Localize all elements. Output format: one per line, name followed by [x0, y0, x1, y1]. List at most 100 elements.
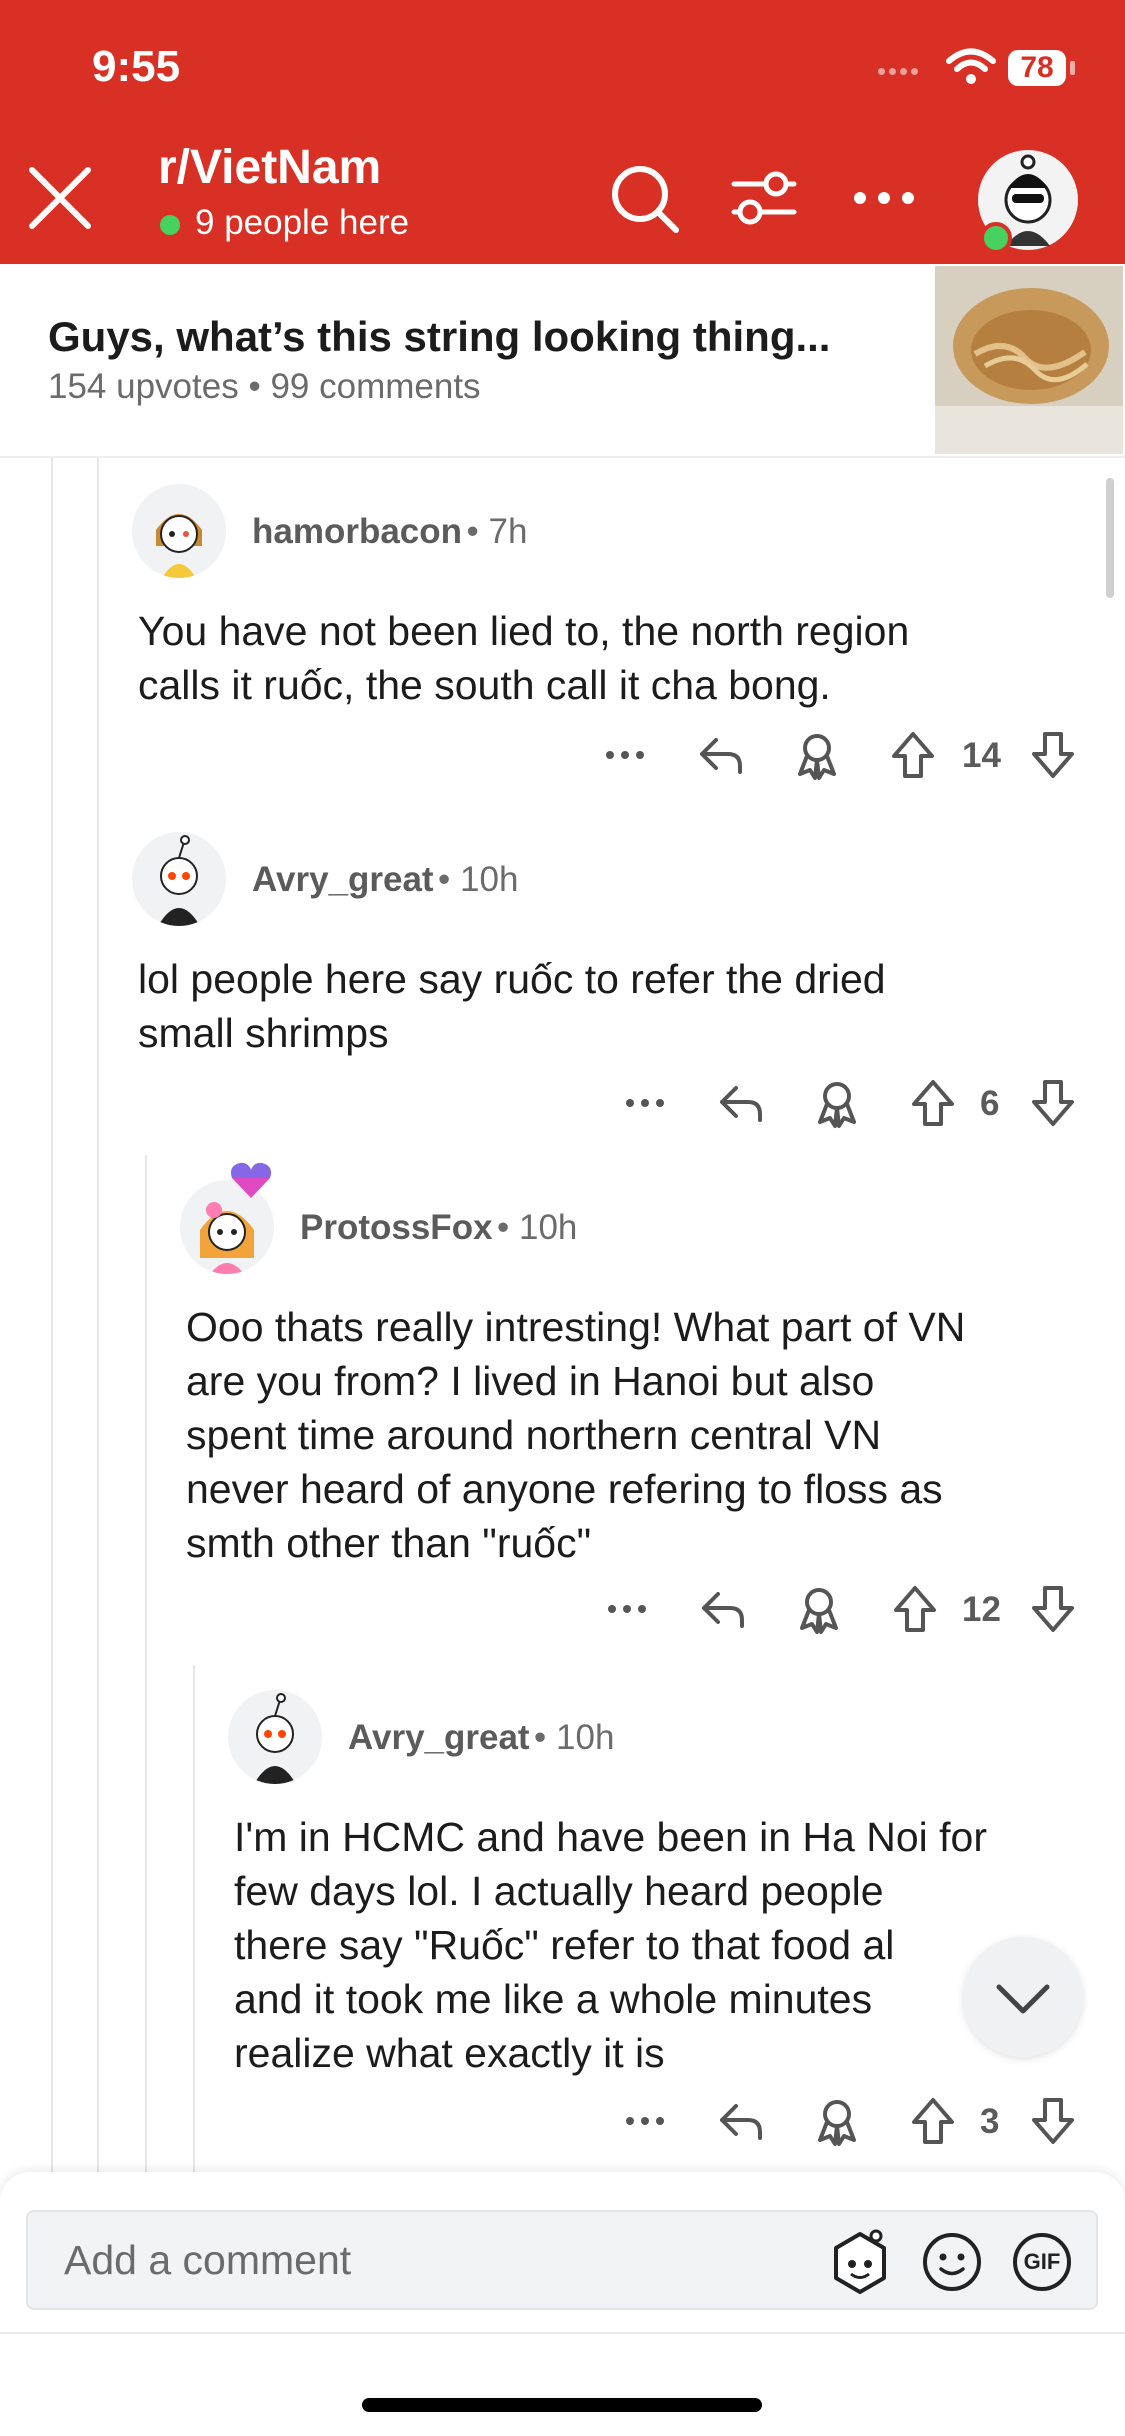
downvote-button[interactable] — [1026, 1076, 1080, 1130]
more-horizontal-icon — [606, 751, 644, 759]
comment-line: small shrimps — [138, 1010, 389, 1056]
comment-author[interactable]: Avry_great — [348, 1718, 530, 1757]
upvote-arrow-icon — [892, 732, 934, 778]
reply-button[interactable] — [696, 1582, 750, 1636]
downvote-button[interactable] — [1026, 2094, 1080, 2148]
downvote-arrow-icon — [1032, 732, 1074, 778]
more-horizontal-icon — [626, 2117, 664, 2125]
upvote-arrow-icon — [894, 1586, 936, 1632]
award-button[interactable] — [792, 1582, 846, 1636]
thread-line[interactable] — [97, 458, 99, 2172]
comment-line: realize what exactly it is — [234, 2030, 665, 2076]
close-icon — [29, 167, 91, 229]
comment-input-placeholder: Add a comment — [64, 2237, 352, 2283]
comment-line: there say "Ruốc" refer to that food al — [234, 1922, 895, 1968]
comment-time: 10h — [556, 1718, 615, 1757]
close-button[interactable] — [22, 160, 98, 236]
comment-author[interactable]: ProtossFox — [300, 1208, 493, 1247]
comment-line: never heard of anyone refering to floss … — [186, 1466, 943, 1512]
emoji-button[interactable] — [920, 2230, 984, 2294]
online-indicator — [160, 215, 180, 235]
comment-line: calls it ruốc, the south call it cha bon… — [138, 662, 831, 708]
award-icon — [818, 2100, 856, 2146]
reply-button[interactable] — [714, 2094, 768, 2148]
smiley-icon — [923, 2233, 981, 2291]
comment-header: hamorbacon • 7h — [252, 512, 527, 552]
award-button[interactable] — [790, 728, 844, 782]
comment-body: Ooo thats really intresting! What part o… — [186, 1300, 965, 1570]
post-thumbnail[interactable] — [935, 266, 1123, 454]
thread-line[interactable] — [193, 1665, 195, 2172]
upvote-arrow-icon — [912, 1080, 954, 1126]
comment-line: spent time around northern central VN — [186, 1412, 882, 1458]
gif-button[interactable]: GIF — [1010, 2230, 1074, 2294]
more-horizontal-icon — [608, 1605, 646, 1613]
comment-author[interactable]: hamorbacon — [252, 512, 462, 551]
comment-more-button[interactable] — [598, 728, 652, 782]
award-button[interactable] — [810, 1076, 864, 1130]
downvote-arrow-icon — [1032, 2098, 1074, 2144]
subreddit-name[interactable]: r/VietNam — [158, 140, 381, 195]
award-button[interactable] — [810, 2094, 864, 2148]
comment-header: Avry_great • 10h — [348, 1718, 614, 1758]
comment-time: 7h — [488, 512, 528, 551]
next-comment-button[interactable] — [963, 1937, 1083, 2057]
commenter-avatar[interactable] — [228, 1690, 322, 1784]
online-count: 9 people here — [195, 203, 410, 242]
reply-icon — [700, 738, 742, 774]
comment-header: ProtossFox • 10h — [300, 1208, 577, 1248]
comment-more-button[interactable] — [600, 1582, 654, 1636]
upvote-button[interactable] — [886, 728, 940, 782]
meta-separator: • — [438, 860, 461, 899]
scrollbar-thumb[interactable] — [1106, 478, 1114, 598]
comment-line: I'm in HCMC and have been in Ha Noi for — [234, 1814, 987, 1860]
battery-cap — [1070, 61, 1075, 75]
snoo-face-icon — [834, 2229, 886, 2294]
more-horizontal-icon — [854, 192, 914, 204]
downvote-button[interactable] — [1026, 1582, 1080, 1636]
comment-time: 10h — [518, 1208, 578, 1247]
commenter-avatar[interactable] — [132, 484, 226, 578]
search-icon — [612, 166, 679, 233]
post-title[interactable]: Guys, what’s this string looking thing..… — [48, 313, 830, 361]
more-horizontal-icon — [626, 1099, 664, 1107]
comment-body: I'm in HCMC and have been in Ha Noi for … — [234, 1810, 987, 2080]
comment-body: lol people here say ruốc to refer the dr… — [138, 952, 886, 1060]
comment-line: smth other than "ruốc" — [186, 1520, 592, 1566]
comment-line: You have not been lied to, the north reg… — [138, 608, 910, 654]
upvote-button[interactable] — [906, 2094, 960, 2148]
reply-button[interactable] — [714, 1076, 768, 1130]
comment-more-button[interactable] — [618, 1076, 672, 1130]
thread-line[interactable] — [51, 458, 53, 2172]
signal-icon — [878, 62, 930, 75]
comment-author[interactable]: Avry_great — [252, 860, 434, 899]
status-time: 9:55 — [92, 42, 181, 91]
snoo-emoji-button[interactable] — [822, 2226, 898, 2302]
downvote-button[interactable] — [1026, 728, 1080, 782]
sort-filter-button[interactable] — [726, 160, 802, 236]
meta-separator: • — [534, 1718, 557, 1757]
upvote-button[interactable] — [888, 1582, 942, 1636]
commenter-avatar[interactable] — [132, 832, 226, 926]
divider — [0, 2332, 1125, 2334]
award-icon — [798, 734, 836, 780]
snoo-avatar-icon — [132, 484, 226, 578]
comment-count: 99 comments — [270, 367, 481, 406]
sliders-icon — [731, 171, 797, 225]
reply-button[interactable] — [694, 728, 748, 782]
comment-header: Avry_great • 10h — [252, 860, 518, 900]
user-online-indicator — [980, 222, 1012, 254]
thread-line[interactable] — [145, 1155, 147, 2172]
heart-flair-icon — [231, 1162, 271, 1198]
reply-icon — [702, 1592, 744, 1628]
food-photo-icon — [935, 266, 1123, 454]
reply-icon — [720, 2104, 762, 2140]
comment-more-button[interactable] — [618, 2094, 672, 2148]
meta-separator: • — [248, 367, 261, 406]
home-indicator[interactable] — [362, 2398, 762, 2412]
award-icon — [800, 1588, 838, 1634]
search-button[interactable] — [606, 160, 682, 236]
upvote-button[interactable] — [906, 1076, 960, 1130]
more-options-button[interactable] — [846, 160, 922, 236]
meta-separator: • — [466, 512, 489, 551]
